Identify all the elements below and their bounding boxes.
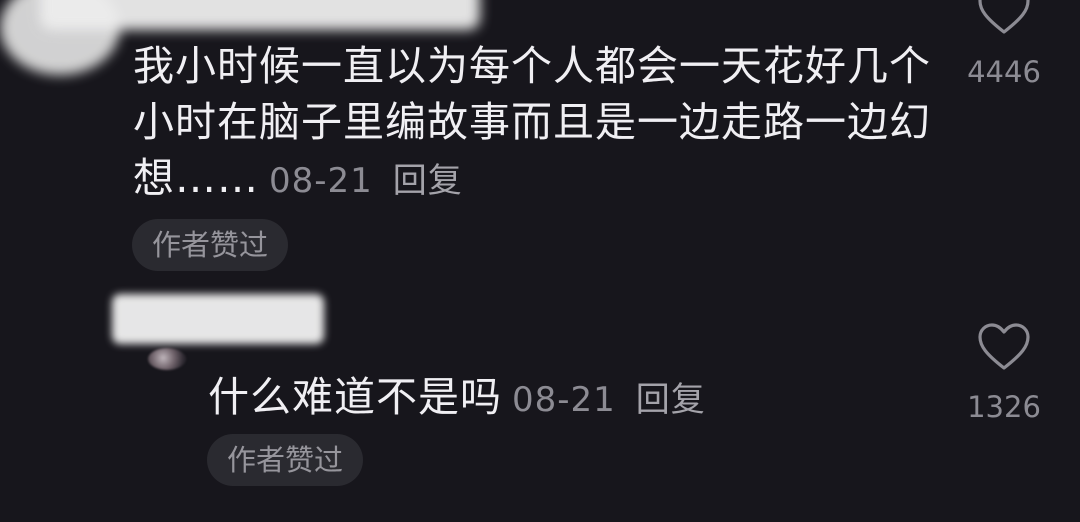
comment-date: 08-21	[512, 380, 616, 420]
comment-body[interactable]: 什么难道不是吗 08-21 回复	[208, 369, 908, 428]
author-liked-badge: 作者赞过	[207, 434, 364, 486]
heart-outline-icon[interactable]	[976, 322, 1032, 372]
reply-button[interactable]: 回复	[393, 161, 463, 201]
username-redacted[interactable]	[112, 294, 324, 344]
like-count: 1326	[967, 390, 1041, 424]
comment-text: 我小时候一直以为每个人都会一天花好几个小时在脑子里编故事而且是一边走路一边幻想……	[133, 42, 931, 202]
heart-outline-icon[interactable]	[976, 0, 1032, 36]
comment-body[interactable]: 我小时候一直以为每个人都会一天花好几个小时在脑子里编故事而且是一边走路一边幻想……	[133, 38, 933, 209]
reply-button[interactable]: 回复	[636, 380, 706, 420]
comment-date: 08-21	[269, 161, 373, 201]
username-redacted[interactable]	[40, 0, 480, 30]
comment-text: 什么难道不是吗	[208, 373, 502, 421]
like-count: 4446	[967, 55, 1041, 89]
author-liked-badge: 作者赞过	[132, 219, 289, 271]
avatar[interactable]	[148, 348, 186, 370]
